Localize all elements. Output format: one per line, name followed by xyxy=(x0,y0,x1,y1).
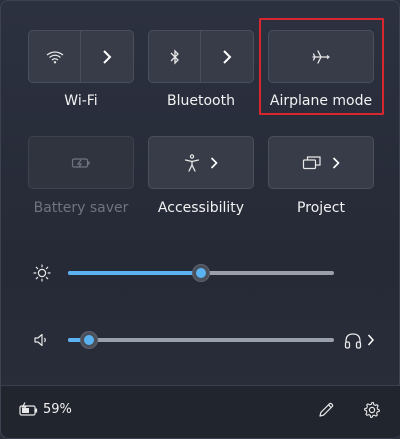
brightness-slider-row xyxy=(1,261,400,285)
project-icon xyxy=(302,155,322,171)
project-label: Project xyxy=(297,200,345,216)
bluetooth-icon xyxy=(170,48,180,65)
footer-bar: 59% xyxy=(1,385,400,438)
speaker-icon[interactable] xyxy=(33,332,49,348)
quick-settings-panel: Wi-Fi Bluetooth Airplane mode Battery sa… xyxy=(0,0,400,439)
chevron-right-icon xyxy=(332,156,340,169)
battery-saver-icon xyxy=(71,156,91,170)
battery-saver-label: Battery saver xyxy=(33,200,129,216)
audio-output-button[interactable] xyxy=(344,330,378,350)
volume-thumb[interactable] xyxy=(80,331,98,349)
accessibility-label: Accessibility xyxy=(157,200,245,216)
battery-saver-tile xyxy=(28,136,134,189)
bluetooth-expand-button[interactable] xyxy=(201,31,253,82)
chevron-right-icon xyxy=(222,49,232,64)
wifi-label: Wi-Fi xyxy=(64,93,98,109)
brightness-fill xyxy=(68,271,201,275)
accessibility-icon xyxy=(184,153,200,172)
brightness-icon xyxy=(33,264,51,282)
wifi-icon xyxy=(46,50,64,64)
pencil-icon[interactable] xyxy=(317,401,335,419)
wifi-expand-button[interactable] xyxy=(81,31,133,82)
project-tile[interactable] xyxy=(268,136,374,189)
highlight-box xyxy=(259,18,384,115)
wifi-toggle[interactable] xyxy=(29,31,81,82)
volume-slider-row xyxy=(1,328,400,352)
battery-percent: 59% xyxy=(43,402,72,417)
volume-slider[interactable] xyxy=(68,328,334,352)
bluetooth-tile[interactable] xyxy=(148,30,254,83)
headphones-icon xyxy=(344,332,362,349)
chevron-right-icon xyxy=(367,334,374,346)
brightness-slider[interactable] xyxy=(68,261,334,285)
chevron-right-icon xyxy=(210,156,218,169)
bluetooth-label: Bluetooth xyxy=(167,93,235,109)
volume-track xyxy=(68,338,334,342)
accessibility-tile[interactable] xyxy=(148,136,254,189)
wifi-tile[interactable] xyxy=(28,30,134,83)
battery-charging-icon xyxy=(19,402,39,418)
bluetooth-toggle[interactable] xyxy=(149,31,201,82)
gear-icon[interactable] xyxy=(363,401,381,419)
chevron-right-icon xyxy=(102,49,112,64)
brightness-thumb[interactable] xyxy=(192,264,210,282)
